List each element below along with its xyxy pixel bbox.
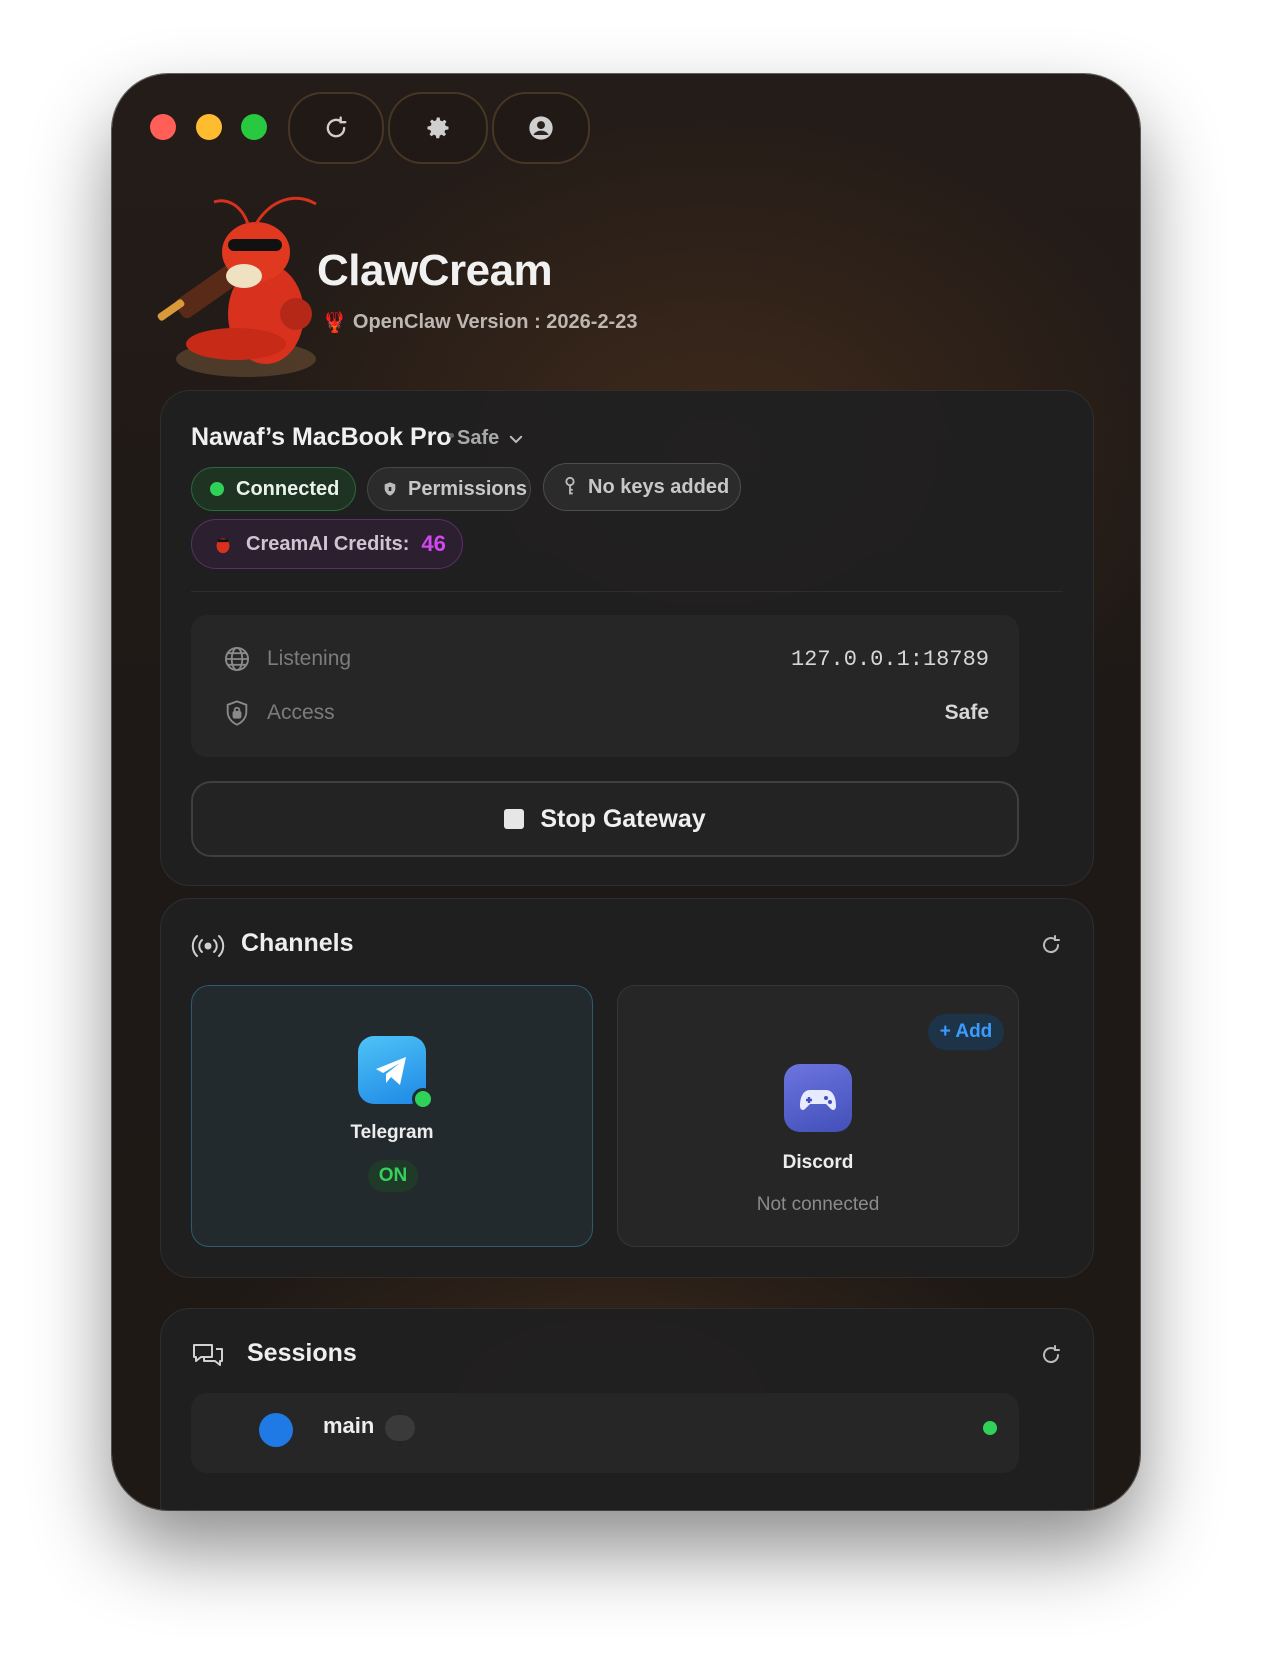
gear-icon — [427, 117, 449, 139]
keys-button[interactable]: No keys added — [543, 463, 741, 511]
sessions-title: Sessions — [247, 1339, 357, 1367]
session-count-badge — [385, 1415, 415, 1441]
minimize-window-button[interactable] — [196, 114, 222, 140]
lobster-icon: 🦞 — [322, 312, 347, 334]
key-icon — [565, 476, 575, 495]
status-dot — [210, 482, 224, 496]
connection-status-badge: Connected — [191, 467, 356, 511]
gateway-info: Listening 127.0.0.1:18789 Access Safe — [191, 615, 1019, 757]
sessions-card: Sessions main — [160, 1308, 1094, 1510]
channel-name: Discord — [782, 1152, 854, 1173]
shield-icon — [384, 482, 396, 496]
permissions-button[interactable]: Permissions — [367, 467, 531, 511]
zoom-window-button[interactable] — [241, 114, 267, 140]
channel-name: Telegram — [350, 1122, 434, 1143]
chat-bubbles-icon — [193, 1344, 223, 1366]
avatar — [259, 1413, 293, 1447]
session-row[interactable]: main — [191, 1393, 1019, 1473]
globe-icon — [224, 646, 250, 672]
status-text: Not connected — [756, 1194, 880, 1215]
stop-icon — [504, 809, 525, 829]
listening-address: 127.0.0.1:18789 — [790, 646, 989, 672]
settings-button[interactable] — [388, 92, 488, 164]
version-label: 🦞 OpenClaw Version : 2026-2-23 — [322, 311, 638, 334]
close-window-button[interactable] — [150, 114, 176, 140]
credits-badge[interactable]: CreamAI Credits: 46 — [191, 519, 463, 569]
shield-lock-icon — [226, 700, 248, 726]
separator-dot — [449, 433, 454, 438]
credits-value: 46 — [421, 531, 446, 556]
device-card: Nawaf’s MacBook Pro Safe Connected Permi… — [160, 390, 1094, 886]
app-title: ClawCream — [317, 246, 553, 295]
channel-discord[interactable]: + Add Discord Not connected — [617, 985, 1019, 1247]
channels-card: Channels Telegram ON + Add Discord Not c… — [160, 898, 1094, 1278]
chevron-down-icon — [510, 435, 523, 443]
lobster-mascot-logo — [157, 196, 317, 377]
session-name: main — [323, 1413, 375, 1438]
device-name: Nawaf’s MacBook Pro — [191, 423, 452, 451]
gamepad-icon — [784, 1064, 852, 1132]
access-row: Access Safe — [223, 693, 989, 733]
listening-row: Listening 127.0.0.1:18789 — [223, 639, 989, 679]
account-button[interactable] — [492, 92, 590, 164]
add-discord-button[interactable]: + Add — [928, 1014, 1004, 1050]
status-dot — [983, 1421, 997, 1435]
divider — [191, 591, 1063, 592]
user-icon — [529, 116, 553, 140]
stop-gateway-button[interactable]: Stop Gateway — [191, 781, 1019, 857]
app-window: ClawCream 🦞 OpenClaw Version : 2026-2-23… — [112, 74, 1140, 1510]
telegram-icon — [358, 1036, 434, 1110]
lobster-icon — [216, 538, 230, 554]
refresh-button[interactable] — [288, 92, 384, 164]
mode-dropdown[interactable]: Safe — [457, 427, 525, 450]
channels-title: Channels — [241, 929, 354, 957]
channel-telegram[interactable]: Telegram ON — [191, 985, 593, 1247]
access-value: Safe — [944, 701, 989, 724]
status-badge: ON — [368, 1160, 418, 1192]
refresh-icon[interactable] — [1039, 1343, 1063, 1367]
refresh-icon — [326, 116, 347, 138]
refresh-icon[interactable] — [1039, 933, 1063, 957]
broadcast-icon — [191, 935, 225, 957]
